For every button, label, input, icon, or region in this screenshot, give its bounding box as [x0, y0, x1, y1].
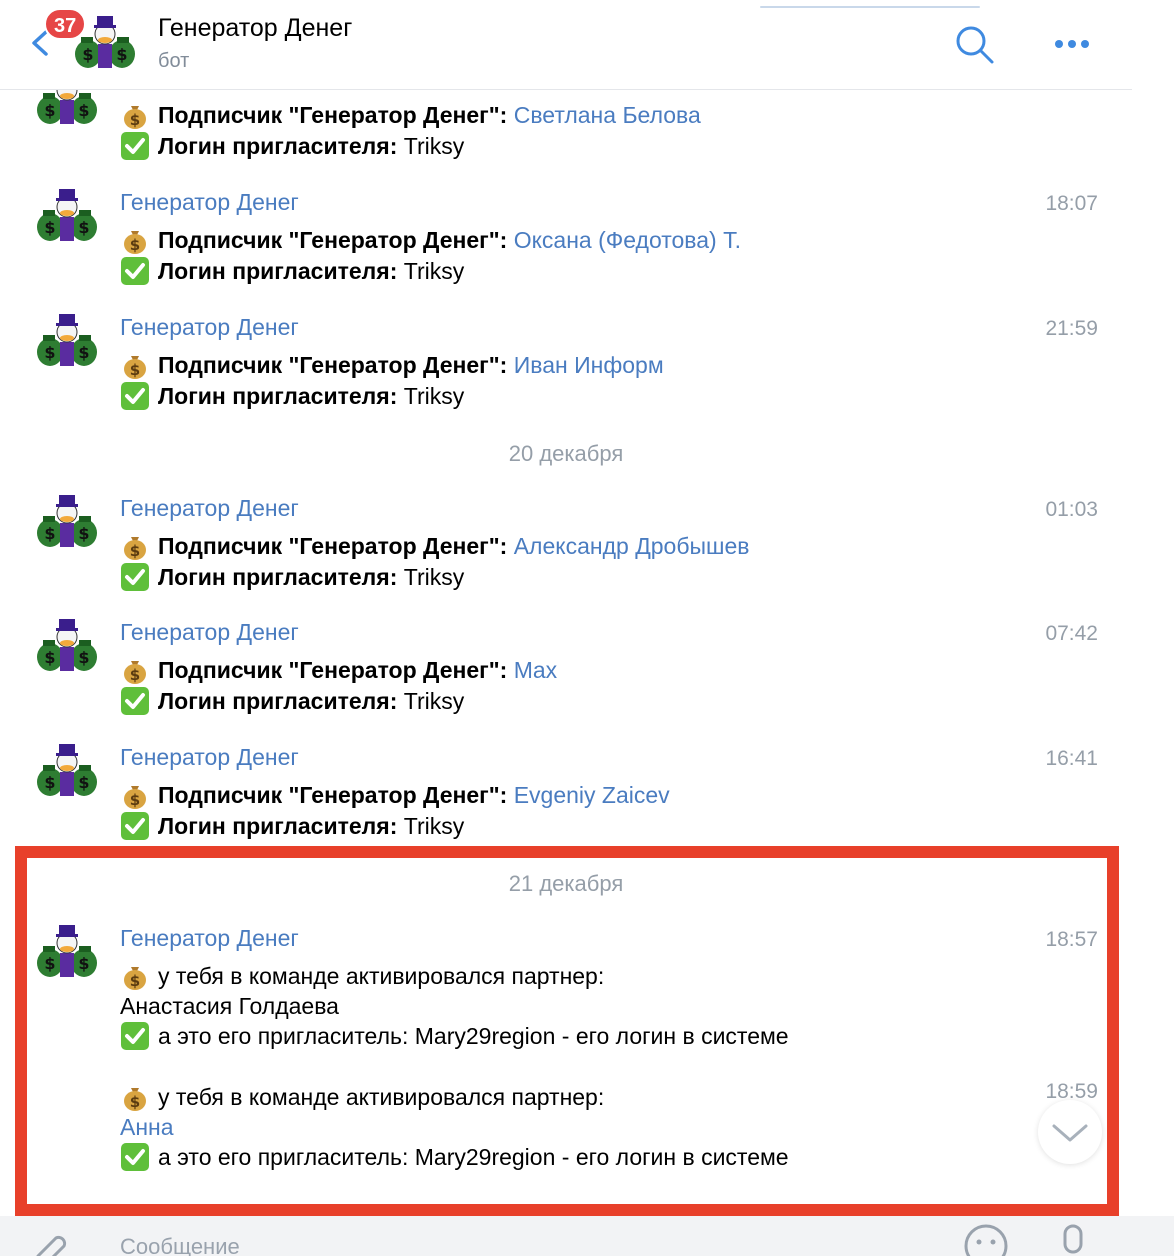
check-mark-icon [120, 562, 150, 592]
money-bag-icon [120, 531, 150, 561]
microphone-icon[interactable] [1056, 1222, 1090, 1256]
login-label: Логин пригласителя: [158, 382, 398, 409]
subscriber-line: Подписчик "Генератор Денег": Александр Д… [120, 531, 750, 561]
inviter-line: а это его пригласитель: Mary29region - е… [120, 1142, 789, 1172]
subscriber-line: Подписчик "Генератор Денег": Evgeniy Zai… [120, 780, 670, 810]
check-mark-icon [120, 131, 150, 161]
chat-title[interactable]: Генератор Денег [158, 14, 352, 43]
login-line: Логин пригласителя: Triksy [120, 811, 464, 841]
login-value: Triksy [403, 812, 465, 839]
unread-badge: 37 [44, 8, 87, 40]
money-bag-icon [120, 225, 150, 255]
login-value: Triksy [403, 687, 465, 714]
subscriber-line: Подписчик "Генератор Денег": Иван Информ [120, 350, 664, 380]
message-input[interactable]: Сообщение [120, 1234, 240, 1256]
date-separator: 21 декабря [508, 871, 624, 896]
search-icon[interactable] [952, 22, 996, 66]
author-name[interactable]: Генератор Денег [120, 619, 299, 646]
money-bag-icon [120, 350, 150, 380]
author-name[interactable]: Генератор Денег [120, 744, 299, 771]
money-bag-icon [120, 100, 150, 130]
activated-line: у тебя в команде активировался партнер: [120, 961, 604, 991]
subscriber-label: Подписчик "Генератор Денег": [158, 656, 508, 683]
message-time: 16:41 [1045, 747, 1098, 770]
subscriber-line: Подписчик "Генератор Денег": Max [120, 655, 557, 685]
message-time: 18:07 [1045, 192, 1098, 215]
subscriber-link[interactable]: Max [514, 657, 557, 684]
money-bag-icon [120, 1082, 150, 1112]
activated-line: у тебя в команде активировался партнер: [120, 1082, 604, 1112]
partner-name: Анастасия Голдаева [120, 993, 339, 1019]
chevron-down-icon [1052, 1124, 1088, 1142]
login-line: Логин пригласителя: Triksy [120, 686, 464, 716]
login-line: Логин пригласителя: Triksy [120, 131, 464, 161]
author-name[interactable]: Генератор Денег [120, 925, 299, 952]
login-label: Логин пригласителя: [158, 257, 398, 284]
money-bag-icon [120, 780, 150, 810]
check-mark-icon [120, 811, 150, 841]
login-value: Triksy [403, 563, 465, 590]
login-label: Логин пригласителя: [158, 132, 398, 159]
chat-header: 37 Генератор Денег бот [0, 0, 1132, 90]
money-bag-icon [120, 655, 150, 685]
scroll-down-button[interactable] [1038, 1100, 1102, 1164]
login-line: Логин пригласителя: Triksy [120, 562, 464, 592]
bot-avatar[interactable] [36, 923, 98, 981]
subscriber-link[interactable]: Иван Информ [514, 352, 664, 379]
subscriber-label: Подписчик "Генератор Денег": [158, 226, 508, 253]
author-name[interactable]: Генератор Денег [120, 314, 299, 341]
author-name[interactable]: Генератор Денег [120, 189, 299, 216]
login-label: Логин пригласителя: [158, 563, 398, 590]
bot-avatar[interactable] [36, 493, 98, 551]
subscriber-label: Подписчик "Генератор Денег": [158, 532, 508, 559]
date-separator: 20 декабря [508, 441, 624, 466]
message-time: 21:59 [1045, 317, 1098, 340]
subscriber-link[interactable]: Александр Дробышев [514, 533, 750, 560]
login-line: Логин пригласителя: Triksy [120, 381, 464, 411]
login-label: Логин пригласителя: [158, 687, 398, 714]
inviter-text: а это его пригласитель: Mary29region - е… [158, 1143, 789, 1170]
subscriber-label: Подписчик "Генератор Денег": [158, 351, 508, 378]
message-time: 18:57 [1045, 928, 1098, 951]
login-value: Triksy [403, 382, 465, 409]
subscriber-link[interactable]: Оксана (Федотова) Т. [514, 227, 741, 254]
emoji-icon[interactable] [962, 1222, 1010, 1256]
message-feed[interactable]: Подписчик "Генератор Денег": Светлана Бе… [0, 0, 1132, 1256]
subscriber-line: Подписчик "Генератор Денег": Оксана (Фед… [120, 225, 741, 255]
activated-text: у тебя в команде активировался партнер: [158, 962, 605, 989]
subscriber-link[interactable]: Evgeniy Zaicev [514, 782, 670, 809]
check-mark-icon [120, 256, 150, 286]
paperclip-icon[interactable] [30, 1222, 74, 1256]
activated-text: у тебя в команде активировался партнер: [158, 1083, 605, 1110]
message-time: 07:42 [1045, 622, 1098, 645]
author-name[interactable]: Генератор Денег [120, 495, 299, 522]
bot-avatar[interactable] [36, 742, 98, 800]
more-options-icon[interactable] [1050, 30, 1094, 58]
inviter-text: а это его пригласитель: Mary29region - е… [158, 1022, 789, 1049]
chat-subtitle: бот [158, 50, 190, 72]
bot-avatar[interactable] [36, 312, 98, 370]
subscriber-label: Подписчик "Генератор Денег": [158, 781, 508, 808]
check-mark-icon [120, 1142, 150, 1172]
check-mark-icon [120, 381, 150, 411]
check-mark-icon [120, 1021, 150, 1051]
check-mark-icon [120, 686, 150, 716]
right-margin [1132, 0, 1174, 1216]
inviter-line: а это его пригласитель: Mary29region - е… [120, 1021, 789, 1051]
login-value: Triksy [403, 132, 465, 159]
login-line: Логин пригласителя: Triksy [120, 256, 464, 286]
money-bag-icon [120, 961, 150, 991]
message-time: 01:03 [1045, 498, 1098, 521]
message-composer: Сообщение [0, 1216, 1174, 1256]
bot-avatar[interactable] [36, 617, 98, 675]
login-value: Triksy [403, 257, 465, 284]
subscriber-line: Подписчик "Генератор Денег": Светлана Бе… [120, 100, 701, 130]
subscriber-label: Подписчик "Генератор Денег": [158, 101, 508, 128]
login-label: Логин пригласителя: [158, 812, 398, 839]
subscriber-link[interactable]: Светлана Белова [514, 102, 701, 129]
partner-link[interactable]: Анна [120, 1114, 174, 1141]
top-indicator [760, 6, 980, 8]
bot-avatar[interactable] [36, 187, 98, 245]
